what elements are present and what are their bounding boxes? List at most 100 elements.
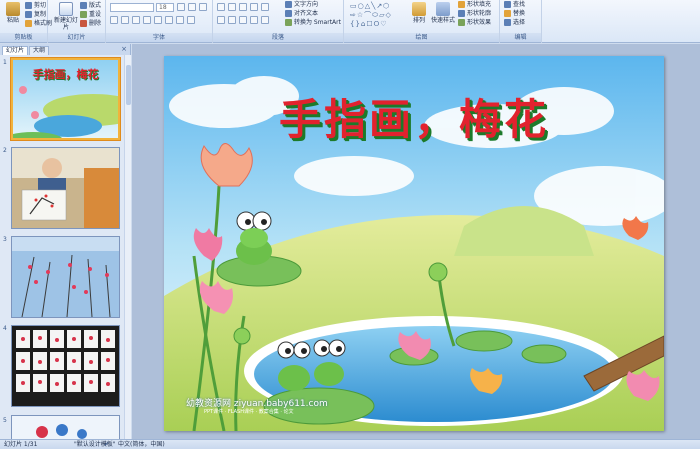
- shape-effects-button[interactable]: 形状效果: [458, 18, 491, 27]
- shrink-font-icon[interactable]: [188, 3, 196, 11]
- scrollbar-thumb[interactable]: [126, 65, 131, 105]
- quick-styles-icon: [436, 2, 450, 16]
- slide-thumbnail-2[interactable]: [11, 147, 120, 229]
- increase-indent-icon[interactable]: [250, 3, 258, 11]
- decrease-indent-icon[interactable]: [239, 3, 247, 11]
- new-slide-button[interactable]: 新建幻灯片: [54, 2, 78, 31]
- align-text-button[interactable]: 对齐文本: [285, 9, 318, 18]
- effects-icon: [458, 19, 465, 26]
- group-editing: 查找 替换 选择 编辑: [500, 0, 542, 43]
- group-label-clipboard: 剪贴板: [0, 33, 47, 42]
- font-style-tools: [110, 16, 196, 24]
- shadow-icon[interactable]: [154, 16, 162, 24]
- thumbnail-3-art: [12, 237, 119, 317]
- line-spacing-icon[interactable]: [261, 3, 269, 11]
- replace-icon: [504, 10, 511, 17]
- underline-icon[interactable]: [132, 16, 140, 24]
- slide-indicator: 幻灯片 1/31: [4, 441, 38, 448]
- new-slide-icon: [59, 2, 73, 16]
- bullets-icon[interactable]: [217, 3, 225, 11]
- strikethrough-icon[interactable]: [143, 16, 151, 24]
- smartart-button[interactable]: 转换为 SmartArt: [285, 18, 341, 27]
- slide-thumbnail-1[interactable]: 手指画，梅花: [11, 58, 120, 140]
- slides-pane: 幻灯片 大纲 × 1 手指画，梅花 2 3 4 5: [0, 44, 131, 439]
- cursor-icon: [504, 19, 511, 26]
- scissors-icon: [25, 2, 32, 9]
- font-size-field[interactable]: 18: [156, 3, 174, 12]
- numbering-icon[interactable]: [228, 3, 236, 11]
- brush-icon: [25, 20, 32, 27]
- delete-slide-button[interactable]: 删除: [80, 19, 101, 28]
- slide-thumbnail-4[interactable]: [11, 325, 120, 407]
- align-center-icon[interactable]: [228, 16, 236, 24]
- thumbnail-scrollbar[interactable]: [124, 55, 131, 439]
- shapes-gallery[interactable]: ▭○△╲↗⬡ ⇨☆⌒⬭▱◇ {}⌂☐⭘♡: [350, 2, 404, 29]
- align-right-icon[interactable]: [239, 16, 247, 24]
- language-indicator: 中文(简体，中国): [118, 441, 165, 448]
- slide-canvas: 手指画，梅花 幼教资源网 ziyuan.baby611.com PPT课件 · …: [132, 44, 700, 439]
- group-drawing: ▭○△╲↗⬡ ⇨☆⌒⬭▱◇ {}⌂☐⭘♡ 排列 快速样式 形状填充 形状轮廓 形状效…: [344, 0, 500, 43]
- outline-pen-icon: [458, 10, 465, 17]
- font-color-icon[interactable]: [187, 16, 195, 24]
- reset-button[interactable]: 重设: [80, 10, 101, 19]
- bold-icon[interactable]: [110, 16, 118, 24]
- clipboard-icon: [6, 2, 20, 16]
- current-slide[interactable]: 手指画，梅花 幼教资源网 ziyuan.baby611.com PPT课件 · …: [164, 56, 664, 431]
- spacing-icon[interactable]: [165, 16, 173, 24]
- case-icon[interactable]: [176, 16, 184, 24]
- tab-outline[interactable]: 大纲: [29, 46, 50, 55]
- text-direction-button[interactable]: 文字方向: [285, 0, 318, 9]
- cut-button[interactable]: 剪切: [25, 1, 46, 10]
- list-tools: [217, 3, 270, 11]
- theme-name: "默认设计模板": [74, 441, 116, 448]
- tab-slides[interactable]: 幻灯片: [2, 46, 29, 55]
- binoculars-icon: [504, 1, 511, 8]
- copy-icon: [25, 11, 32, 18]
- pane-tabs: 幻灯片 大纲 ×: [0, 44, 130, 55]
- group-label-drawing: 绘图: [344, 33, 499, 42]
- thumbnail-title: 手指画，梅花: [32, 68, 99, 81]
- font-name-field[interactable]: [110, 3, 154, 12]
- shape-fill-button[interactable]: 形状填充: [458, 0, 491, 9]
- slide-thumbnail-5[interactable]: [11, 415, 120, 439]
- columns-icon[interactable]: [261, 16, 269, 24]
- slide-thumbnail-3[interactable]: [11, 236, 120, 318]
- group-clipboard: 粘贴 剪切 复制 格式刷 剪贴板: [0, 0, 52, 43]
- thumbnail-2-photo: [12, 148, 119, 228]
- status-bar: 幻灯片 1/31 "默认设计模板" ✔ 中文(简体，中国): [0, 439, 700, 449]
- replace-button[interactable]: 替换: [504, 9, 525, 18]
- align-left-icon[interactable]: [217, 16, 225, 24]
- thumbnail-list: 1 手指画，梅花 2 3 4 5: [0, 55, 124, 439]
- text-direction-icon: [285, 1, 292, 8]
- italic-icon[interactable]: [121, 16, 129, 24]
- font-size-tools: [177, 3, 208, 11]
- slide-number: 4: [3, 325, 7, 332]
- layout-button[interactable]: 版式: [80, 1, 101, 10]
- select-button[interactable]: 选择: [504, 18, 525, 27]
- align-text-icon: [285, 10, 292, 17]
- thumbnail-4-grid: [12, 326, 119, 406]
- paste-button[interactable]: 粘贴: [2, 2, 24, 24]
- group-slides: 新建幻灯片 版式 重设 删除 幻灯片: [48, 0, 106, 43]
- justify-icon[interactable]: [250, 16, 258, 24]
- slide-title[interactable]: 手指画，梅花: [164, 86, 664, 147]
- slide-number: 2: [3, 147, 7, 154]
- layout-icon: [80, 2, 87, 9]
- spellcheck-icon[interactable]: ✔: [104, 440, 109, 449]
- group-label-editing: 编辑: [500, 33, 541, 42]
- grow-font-icon[interactable]: [177, 3, 185, 11]
- copy-button[interactable]: 复制: [25, 10, 46, 19]
- quick-styles-button[interactable]: 快速样式: [430, 2, 456, 24]
- close-icon[interactable]: ×: [121, 45, 127, 53]
- watermark-subtitle: PPT课件 · FLASH课件 · 教案合集 · 论文: [204, 409, 294, 415]
- find-button[interactable]: 查找: [504, 0, 525, 9]
- fill-bucket-icon: [458, 1, 465, 8]
- thumbnail-5-art: [12, 416, 119, 439]
- group-label-font: 字体: [106, 33, 212, 42]
- slide-number: 3: [3, 236, 7, 243]
- arrange-button[interactable]: 排列: [408, 2, 430, 24]
- align-tools: [217, 16, 270, 24]
- clear-format-icon[interactable]: [199, 3, 207, 11]
- shape-outline-button[interactable]: 形状轮廓: [458, 9, 491, 18]
- group-paragraph: 文字方向 对齐文本 转换为 SmartArt 段落: [213, 0, 344, 43]
